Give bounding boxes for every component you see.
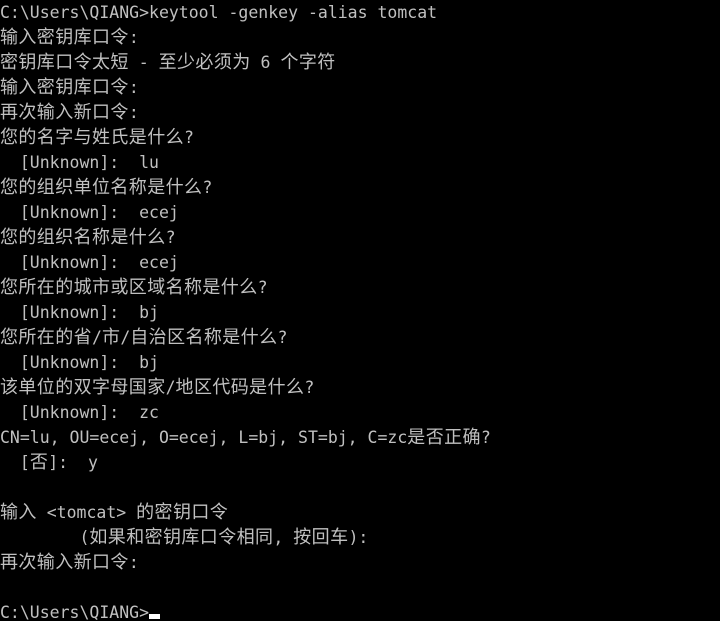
terminal-line: [Unknown]: ecej <box>0 203 179 222</box>
terminal-line: 该单位的双字母国家/地区代码是什么? <box>0 377 315 398</box>
terminal-line: 再次输入新口令: <box>0 102 139 123</box>
terminal-line: [Unknown]: ecej <box>0 253 179 272</box>
terminal-line: [否]: y <box>0 452 98 473</box>
cjk-run: 您所在的省 <box>0 327 92 348</box>
terminal-line: C:\Users\QIANG> <box>0 600 720 621</box>
terminal-line: 输入密钥库口令: <box>0 77 139 98</box>
cjk-run: 自治区名称是什么 <box>130 327 278 348</box>
cjk-run: 地区代码是什么 <box>175 377 305 398</box>
cjk-run: 按回车 <box>293 527 349 548</box>
cjk-run: 您的组织单位名称是什么 <box>0 177 203 198</box>
terminal-line: [Unknown]: bj <box>0 353 159 372</box>
cjk-run: 市 <box>101 327 121 348</box>
terminal-line: 您的组织名称是什么? <box>0 227 176 248</box>
terminal-console[interactable]: C:\Users\QIANG>keytool -genkey -alias to… <box>0 0 720 621</box>
terminal-line: 输入密钥库口令: <box>0 27 139 48</box>
cjk-run: 输入密钥库口令 <box>0 77 129 98</box>
cjk-run: 的密钥口令 <box>136 502 229 523</box>
cjk-run: 个字符 <box>280 52 336 73</box>
cjk-run: 该单位的双字母国家 <box>0 377 166 398</box>
terminal-line: 输入 <tomcat> 的密钥口令 <box>0 502 229 523</box>
terminal-line: [Unknown]: bj <box>0 303 159 322</box>
terminal-line: [Unknown]: lu <box>0 153 159 172</box>
terminal-line: C:\Users\QIANG>keytool -genkey -alias to… <box>0 3 438 22</box>
terminal-line: [Unknown]: zc <box>0 403 159 422</box>
terminal-line: CN=lu, OU=ecej, O=ecej, L=bj, ST=bj, C=z… <box>0 427 491 448</box>
terminal-line: 再次输入新口令: <box>0 552 139 573</box>
cjk-run: 如果和密钥库口令相同 <box>89 527 274 548</box>
cjk-run: 您所在的城市或区域名称是什么 <box>0 277 258 298</box>
cjk-run: 您的组织名称是什么 <box>0 227 166 248</box>
text-cursor <box>149 614 161 619</box>
cjk-run: 否 <box>29 452 49 473</box>
cjk-run: 输入 <box>0 502 37 523</box>
terminal-line: 您的组织单位名称是什么? <box>0 177 213 198</box>
cjk-run: 至少必须为 <box>158 52 251 73</box>
terminal-line: (如果和密钥库口令相同, 按回车): <box>0 527 369 548</box>
cjk-run: 再次输入新口令 <box>0 552 129 573</box>
cjk-run: 是否正确 <box>407 427 481 448</box>
terminal-output: C:\Users\QIANG>keytool -genkey -alias to… <box>0 0 720 621</box>
terminal-line: 密钥库口令太短 - 至少必须为 6 个字符 <box>0 52 336 73</box>
terminal-line: 您所在的城市或区域名称是什么? <box>0 277 268 298</box>
cjk-run: 您的名字与姓氏是什么 <box>0 127 184 148</box>
terminal-line: 您的名字与姓氏是什么? <box>0 127 194 148</box>
terminal-line: 您所在的省/市/自治区名称是什么? <box>0 327 288 348</box>
cjk-run: 再次输入新口令 <box>0 102 129 123</box>
cjk-run: 输入密钥库口令 <box>0 27 129 48</box>
cjk-run: 密钥库口令太短 <box>0 52 129 73</box>
